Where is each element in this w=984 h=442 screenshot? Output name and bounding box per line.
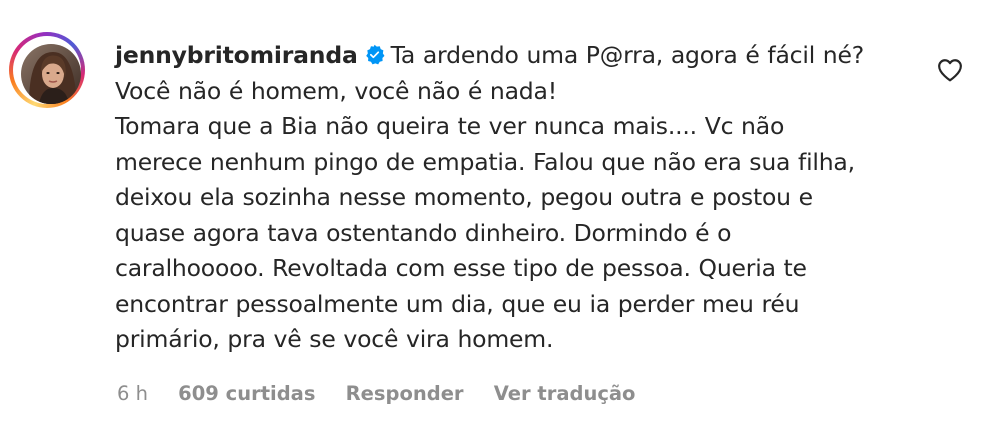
avatar-photo <box>21 44 81 104</box>
translate-button[interactable]: Ver tradução <box>494 382 636 405</box>
comment-time[interactable]: 6 h <box>117 382 148 405</box>
comment-body: jennybritomiranda Ta ardendo uma P@rra, a… <box>115 38 925 358</box>
heart-icon[interactable] <box>937 58 963 82</box>
comment-text-line: caralhooooo. Revoltada com esse tipo de … <box>115 254 807 282</box>
comment-first-line: jennybritomiranda Ta ardendo uma P@rra, a… <box>115 38 925 74</box>
comment-text-line: merece nenhum pingo de empatia. Falou qu… <box>115 147 855 176</box>
comment-text-line: primário, pra vê se você vira homem. <box>115 325 554 353</box>
avatar-ring-gap <box>13 36 81 104</box>
comment: jennybritomiranda Ta ardendo uma P@rra, a… <box>0 0 984 442</box>
username-link[interactable]: jennybritomiranda <box>115 41 358 69</box>
verified-badge-icon <box>365 44 385 65</box>
comment-text-line: Tomara que a Bia não queira te ver nunca… <box>115 112 785 140</box>
comment-text-line: quase agora tava ostentando dinheiro. Do… <box>115 218 732 247</box>
avatar[interactable] <box>21 44 81 104</box>
reply-button[interactable]: Responder <box>346 382 464 405</box>
comment-text-line: encontrar pessoalmente um dia, que eu ia… <box>115 289 800 318</box>
comment-meta: 6 h 609 curtidas Responder Ver tradução <box>117 382 659 405</box>
comment-text-line: Ta ardendo uma P@rra, agora é fácil né? <box>390 41 865 69</box>
comment-text-line: Você não é homem, você não é nada! <box>115 76 557 105</box>
avatar-story-ring[interactable] <box>9 32 85 108</box>
likes-count-button[interactable]: 609 curtidas <box>178 382 315 405</box>
comment-text-line: deixou ela sozinha nesse momento, pegou … <box>115 183 813 211</box>
comment-text: jennybritomiranda Ta ardendo uma P@rra, a… <box>115 38 925 358</box>
